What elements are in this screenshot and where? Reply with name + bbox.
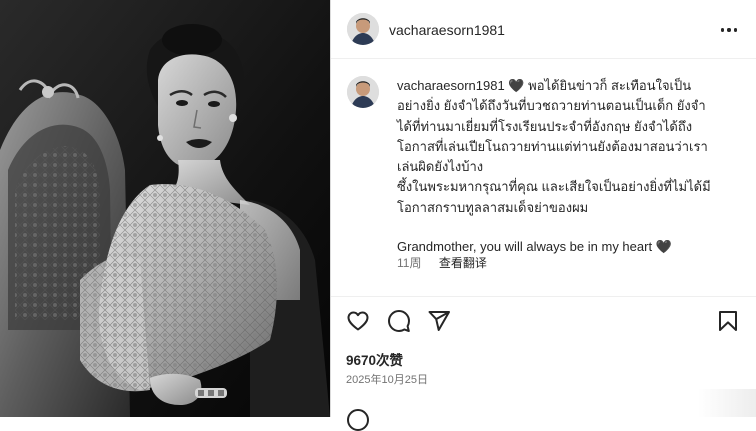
caption-line-0: พอได้ยินข่าวก็ สะเทือนใจเป็น — [528, 78, 692, 93]
caption-emoji: 🖤 — [508, 78, 525, 93]
post-time-ago: 11周 — [397, 256, 422, 270]
watermark — [698, 389, 756, 417]
heart-icon[interactable] — [346, 309, 370, 333]
caption-line-1: อย่างยิ่ง ยังจำได้ถึงวันที่บวชถวายท่านตอ… — [397, 98, 706, 114]
see-translation-link[interactable]: 查看翻译 — [439, 256, 487, 270]
caption-line-4: เล่นผิดยังไงบ้าง — [397, 159, 484, 175]
post-photo[interactable] — [0, 0, 330, 417]
caption-line-2: ได้ที่ท่านมาเยี่ยมที่โรงเรียนประจำที่อัง… — [397, 118, 693, 134]
post-actions: 9670次赞 2025年10月25日 — [331, 296, 756, 431]
caption-first-line: vacharaesorn1981 🖤 พอได้ยินข่าวก็ สะเทือ… — [397, 76, 742, 96]
likes-count[interactable]: 9670次赞 — [346, 349, 403, 369]
avatar[interactable] — [347, 13, 379, 45]
caption-line-6: โอกาสกราบทูลลาสมเด็จย่าของผม — [397, 199, 589, 215]
post-viewer: vacharaesorn1981 vacharaesorn1981 🖤 พอได… — [0, 0, 756, 431]
caption-line-5: ซึ้งในพระมหากรุณาที่คุณ และเสียใจเป็นอย่… — [397, 179, 711, 195]
post-date: 2025年10月25日 — [346, 374, 428, 386]
more-options-icon[interactable] — [717, 18, 741, 42]
share-icon[interactable] — [427, 309, 451, 333]
post-caption: vacharaesorn1981 🖤 พอได้ยินข่าวก็ สะเทือ… — [397, 76, 742, 257]
post-sidebar: vacharaesorn1981 vacharaesorn1981 🖤 พอได… — [330, 0, 756, 431]
post-header: vacharaesorn1981 — [331, 0, 756, 59]
avatar-image — [347, 13, 379, 45]
post-username[interactable]: vacharaesorn1981 — [389, 22, 505, 38]
portrait-photo — [0, 0, 330, 417]
emoji-icon[interactable] — [347, 409, 369, 431]
bookmark-icon[interactable] — [716, 309, 740, 333]
caption-avatar-image — [347, 76, 379, 108]
comment-icon[interactable] — [387, 309, 411, 333]
caption-line-3: โอกาสที่เล่นเปียโนถวายท่านแต่ท่านยังต้อง… — [397, 138, 708, 154]
caption-avatar[interactable] — [347, 76, 379, 108]
caption-meta: 11周 查看翻译 — [397, 254, 487, 271]
caption-username[interactable]: vacharaesorn1981 — [397, 78, 505, 93]
